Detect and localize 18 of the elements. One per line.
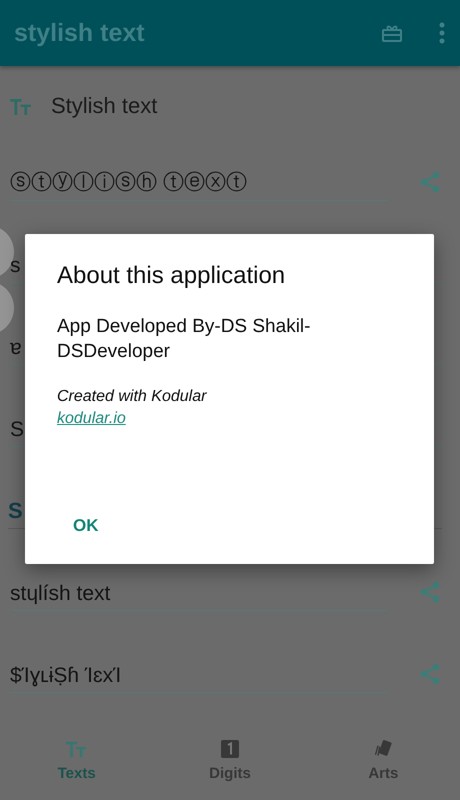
dialog-message: App Developed By-DS Shakil-DSDeveloper: [57, 315, 312, 364]
section-title: Stylish text: [51, 93, 158, 120]
share-icon[interactable]: [418, 170, 442, 194]
text-field[interactable]: $ΊɣʟɨṢɦ ΊɛxΊ: [10, 656, 388, 694]
text-size-icon: [10, 98, 33, 115]
ok-button[interactable]: OK: [65, 510, 106, 542]
cards-icon: [372, 738, 394, 759]
number-square-icon: [218, 738, 241, 759]
share-icon[interactable]: [418, 580, 442, 604]
share-icon[interactable]: [418, 662, 442, 686]
dialog-title: About this application: [57, 262, 286, 290]
menu-icon[interactable]: [438, 21, 446, 46]
text-field[interactable]: ⓢⓣⓨⓛⓘⓢⓗ ⓣⓔⓧⓣ: [10, 164, 388, 202]
dialog-note: Created with Kodular: [57, 387, 206, 407]
website-link[interactable]: kodular.io: [57, 408, 126, 430]
text-field[interactable]: stɥlísh text: [10, 574, 388, 612]
app-title: stylish text: [14, 18, 146, 48]
text-size-icon: [66, 738, 88, 759]
